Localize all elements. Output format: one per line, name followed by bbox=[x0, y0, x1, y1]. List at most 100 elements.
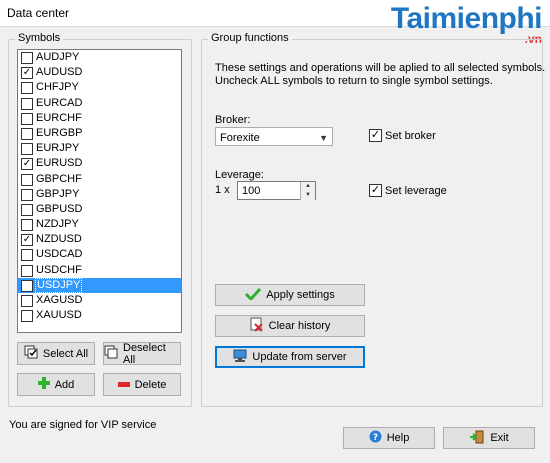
set-leverage-label: Set leverage bbox=[385, 184, 447, 197]
delete-label: Delete bbox=[134, 378, 167, 391]
symbol-row[interactable]: CHFJPY bbox=[18, 80, 181, 95]
exit-button[interactable]: Exit bbox=[443, 427, 535, 449]
symbol-checkbox[interactable] bbox=[21, 97, 33, 110]
symbol-name: XAGUSD bbox=[36, 294, 83, 306]
symbol-row[interactable]: GBPCHF bbox=[18, 172, 181, 187]
status-text: You are signed for VIP service bbox=[9, 419, 157, 431]
symbol-checkbox[interactable]: ✓ bbox=[21, 279, 33, 292]
symbol-checkbox[interactable] bbox=[21, 82, 33, 95]
symbol-name: NZDUSD bbox=[36, 233, 82, 246]
delete-button[interactable]: Delete bbox=[103, 373, 181, 396]
symbol-name: AUDJPY bbox=[36, 51, 80, 63]
symbol-row[interactable]: EURCAD bbox=[18, 96, 181, 111]
symbol-row[interactable]: ✓ AUDUSD bbox=[18, 65, 181, 80]
clear-document-icon bbox=[250, 317, 264, 335]
minus-icon bbox=[117, 379, 130, 391]
symbol-name: EURCAD bbox=[36, 96, 83, 109]
update-from-server-label: Update from server bbox=[252, 351, 347, 363]
symbol-name: EURCHF bbox=[36, 111, 82, 124]
symbols-list[interactable]: AUDJPY ✓ AUDUSD CHFJPY EURCAD EURCHF EURGBP EUR… bbox=[17, 49, 182, 333]
broker-label: Broker: bbox=[215, 114, 251, 126]
info-line-1: These settings and operations will be ap… bbox=[215, 62, 546, 74]
help-button[interactable]: ? Help bbox=[343, 427, 435, 449]
symbol-row[interactable]: NZDJPY bbox=[18, 217, 181, 232]
symbol-name: EURJPY bbox=[36, 142, 80, 155]
clear-history-button[interactable]: Clear history bbox=[215, 315, 365, 337]
symbol-checkbox[interactable] bbox=[21, 249, 33, 262]
help-label: Help bbox=[386, 432, 410, 444]
symbol-checkbox[interactable] bbox=[21, 295, 33, 307]
symbol-row[interactable]: ✓ USDJPY bbox=[18, 277, 181, 293]
help-icon: ? bbox=[369, 430, 382, 446]
symbol-checkbox[interactable] bbox=[21, 112, 33, 125]
symbol-name: GBPCHF bbox=[36, 172, 82, 185]
symbol-checkbox[interactable] bbox=[21, 203, 33, 216]
symbol-row[interactable]: GBPJPY bbox=[18, 187, 181, 202]
symbol-checkbox[interactable] bbox=[21, 143, 33, 156]
chevron-down-icon: ▼ bbox=[319, 133, 328, 143]
broker-value: Forexite bbox=[220, 132, 260, 144]
symbol-row[interactable]: ✓ NZDUSD bbox=[18, 232, 181, 247]
symbol-checkbox[interactable]: ✓ bbox=[21, 158, 33, 171]
symbol-name: GBPUSD bbox=[36, 202, 83, 215]
symbol-name: EURGBP bbox=[36, 126, 83, 139]
set-broker-check-icon: ✓ bbox=[369, 129, 382, 142]
window-title: Data center bbox=[7, 6, 70, 20]
symbol-name: CHFJPY bbox=[36, 81, 79, 94]
add-button[interactable]: Add bbox=[17, 373, 95, 396]
symbol-checkbox[interactable] bbox=[21, 188, 33, 201]
leverage-label: Leverage: bbox=[215, 169, 264, 181]
leverage-spinner[interactable]: 100 ▲ ▼ bbox=[237, 181, 316, 200]
set-leverage-checkbox[interactable]: ✓ Set leverage bbox=[369, 184, 447, 197]
symbol-checkbox[interactable] bbox=[21, 127, 33, 140]
symbol-name: USDCHF bbox=[36, 263, 82, 276]
apply-settings-button[interactable]: Apply settings bbox=[215, 284, 365, 306]
symbol-row[interactable]: XAGUSD bbox=[18, 293, 181, 308]
symbol-checkbox[interactable] bbox=[21, 52, 33, 64]
symbol-name: AUDUSD bbox=[36, 66, 83, 79]
broker-select[interactable]: Forexite ▼ bbox=[215, 127, 333, 146]
symbol-checkbox[interactable]: ✓ bbox=[21, 234, 33, 247]
select-all-button[interactable]: Select All bbox=[17, 342, 95, 365]
exit-door-icon bbox=[469, 430, 485, 447]
symbol-name: USDCAD bbox=[36, 248, 83, 261]
exit-label: Exit bbox=[490, 432, 509, 444]
symbol-row[interactable]: GBPUSD bbox=[18, 202, 181, 217]
watermark-main: Taimienphi bbox=[390, 2, 543, 35]
leverage-value: 100 bbox=[242, 185, 261, 197]
symbol-row[interactable]: EURJPY bbox=[18, 141, 181, 156]
set-broker-checkbox[interactable]: ✓ Set broker bbox=[369, 129, 436, 142]
symbol-row[interactable]: USDCAD bbox=[18, 247, 181, 262]
symbol-row[interactable]: EURGBP bbox=[18, 126, 181, 141]
symbol-name: XAUUSD bbox=[36, 309, 82, 322]
computer-icon bbox=[233, 349, 247, 366]
clear-history-label: Clear history bbox=[268, 320, 331, 332]
deselect-all-icon bbox=[104, 345, 118, 362]
update-from-server-button[interactable]: Update from server bbox=[215, 346, 365, 368]
symbol-row[interactable]: EURCHF bbox=[18, 111, 181, 126]
symbol-row[interactable]: AUDJPY bbox=[18, 50, 181, 65]
symbol-checkbox[interactable] bbox=[21, 310, 33, 323]
info-line-2: Uncheck ALL symbols to return to single … bbox=[215, 75, 493, 87]
symbol-name: NZDJPY bbox=[36, 218, 79, 231]
symbol-checkbox[interactable] bbox=[21, 264, 33, 277]
plus-icon bbox=[37, 377, 50, 392]
select-all-label: Select All bbox=[42, 347, 89, 360]
deselect-all-button[interactable]: Deselect All bbox=[103, 341, 181, 366]
symbol-checkbox[interactable] bbox=[21, 173, 33, 186]
symbol-checkbox[interactable] bbox=[21, 219, 33, 232]
symbol-checkbox[interactable]: ✓ bbox=[21, 67, 33, 80]
symbol-row[interactable]: USDCHF bbox=[18, 263, 181, 278]
spin-down-icon[interactable]: ▼ bbox=[300, 191, 315, 200]
symbols-legend: Symbols bbox=[15, 32, 64, 44]
symbol-name: EURUSD bbox=[36, 157, 83, 170]
add-label: Add bbox=[54, 378, 75, 391]
group-legend: Group functions bbox=[208, 32, 292, 44]
svg-text:?: ? bbox=[373, 433, 378, 443]
symbol-row[interactable]: XAUUSD bbox=[18, 308, 181, 323]
symbol-row[interactable]: ✓ EURUSD bbox=[18, 156, 181, 171]
leverage-prefix: 1 x bbox=[215, 184, 230, 196]
select-all-icon bbox=[24, 345, 38, 362]
set-broker-label: Set broker bbox=[385, 129, 436, 142]
deselect-all-label: Deselect All bbox=[123, 341, 166, 366]
